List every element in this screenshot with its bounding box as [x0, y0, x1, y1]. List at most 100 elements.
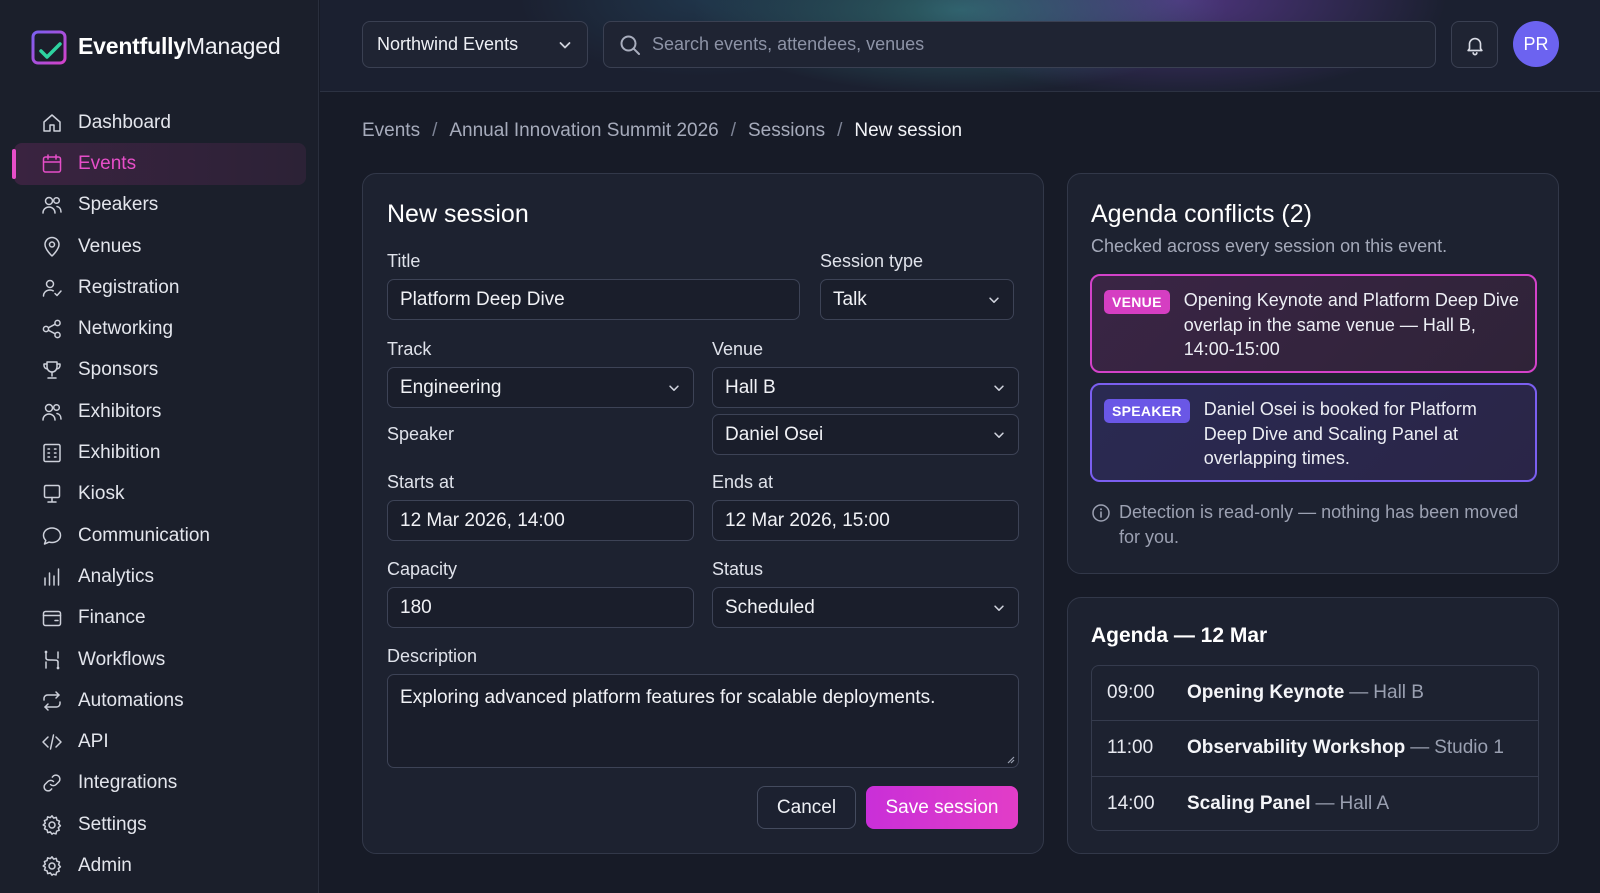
ends-at-label: Ends at — [712, 472, 774, 492]
sidebar-item-exhibition[interactable]: Exhibition — [14, 432, 306, 473]
agenda-separator: — — [1315, 793, 1335, 815]
breadcrumb-separator: / — [730, 120, 736, 141]
organization-select[interactable]: Northwind Events — [362, 21, 588, 68]
sidebar-item-label: Workflows — [78, 648, 166, 670]
sidebar-item-communication[interactable]: Communication — [14, 515, 306, 556]
grid-building-icon — [43, 443, 61, 463]
bell-icon — [1466, 37, 1483, 55]
conflict-tag-venue: VENUE — [1104, 290, 1170, 314]
agenda-row[interactable]: 09:00 Opening Keynote — Hall B — [1092, 666, 1538, 722]
share-icon — [42, 319, 61, 339]
agenda-title: Agenda — 12 Mar — [1091, 624, 1268, 647]
sidebar-item-registration[interactable]: Registration — [14, 267, 306, 308]
sidebar-item-finance[interactable]: Finance — [14, 598, 306, 639]
speaker-label: Speaker — [387, 424, 455, 444]
sidebar-item-label: Registration — [78, 276, 180, 298]
bar-chart-icon — [44, 568, 60, 586]
sidebar-item-speakers[interactable]: Speakers — [14, 185, 306, 226]
link-icon — [43, 774, 61, 792]
user-check-icon — [42, 279, 62, 297]
speaker-select[interactable]: Daniel Osei — [712, 414, 1019, 455]
agenda-time: 14:00 — [1107, 793, 1155, 815]
conflict-item-speaker[interactable]: SPEAKER Daniel Osei is booked for Platfo… — [1090, 383, 1537, 482]
chevron-down-icon — [559, 41, 571, 48]
chevron-down-icon — [994, 604, 1004, 611]
conflict-item-venue[interactable]: VENUE Opening Keynote and Platform Deep … — [1090, 274, 1537, 373]
chevron-down-icon — [994, 431, 1004, 438]
users-icon — [42, 403, 62, 421]
breadcrumb-event[interactable]: Annual Innovation Summit 2026 — [449, 120, 718, 142]
sidebar-item-workflows[interactable]: Workflows — [14, 639, 306, 680]
new-session-form: New session Title Platform Deep Dive Ses… — [362, 173, 1044, 854]
title-input[interactable]: Platform Deep Dive — [387, 279, 800, 320]
capacity-value: 180 — [400, 596, 432, 618]
status-select[interactable]: Scheduled — [712, 587, 1019, 628]
sidebar-item-exhibitors[interactable]: Exhibitors — [14, 391, 306, 432]
breadcrumb-separator: / — [432, 120, 438, 141]
sidebar-item-label: Communication — [78, 524, 210, 546]
sidebar-item-integrations[interactable]: Integrations — [14, 763, 306, 804]
starts-at-label: Starts at — [387, 472, 455, 492]
brand-logo-icon — [31, 26, 67, 65]
brand[interactable]: EventfullyManaged — [30, 24, 281, 68]
topbar: Northwind Events PR — [320, 0, 1600, 92]
chevron-down-icon — [994, 384, 1004, 391]
agenda-session-name: Opening Keynote — [1187, 682, 1345, 704]
session-type-select[interactable]: Talk — [820, 279, 1014, 320]
wallet-icon — [42, 610, 62, 627]
user-avatar[interactable]: PR — [1513, 21, 1559, 67]
sidebar-item-automations[interactable]: Automations — [14, 680, 306, 721]
save-session-button[interactable]: Save session — [866, 786, 1018, 829]
info-icon — [1092, 504, 1110, 522]
sidebar-item-admin[interactable]: Admin — [14, 845, 306, 886]
venue-select[interactable]: Hall B — [712, 367, 1019, 408]
chevron-down-icon — [989, 296, 999, 303]
sidebar-item-dashboard[interactable]: Dashboard — [14, 102, 306, 143]
search-input[interactable] — [652, 34, 1412, 55]
conflicts-subtitle: Checked across every session on this eve… — [1091, 236, 1448, 256]
cancel-button[interactable]: Cancel — [757, 786, 856, 829]
status-value: Scheduled — [725, 596, 815, 618]
starts-at-input[interactable]: 12 Mar 2026, 14:00 — [387, 500, 694, 541]
calendar-icon — [42, 154, 62, 173]
sidebar-item-api[interactable]: API — [14, 721, 306, 762]
search-box[interactable] — [603, 21, 1436, 68]
venue-value: Hall B — [725, 376, 776, 398]
monitor-icon — [43, 485, 61, 504]
code-icon — [42, 734, 62, 750]
notifications-button[interactable] — [1451, 21, 1498, 68]
brand-name: EventfullyManaged — [78, 32, 281, 59]
conflict-text: Opening Keynote and Platform Deep Dive o… — [1183, 290, 1519, 359]
sidebar-item-kiosk[interactable]: Kiosk — [14, 474, 306, 515]
agenda-separator: — — [1410, 737, 1430, 759]
sidebar-item-label: Automations — [78, 689, 184, 711]
sidebar-item-sponsors[interactable]: Sponsors — [14, 350, 306, 391]
breadcrumb-current: New session — [854, 120, 963, 141]
breadcrumb-events[interactable]: Events — [362, 120, 420, 142]
sidebar-item-settings[interactable]: Settings — [14, 804, 306, 845]
detection-note-text: Detection is read-only — nothing has bee… — [1119, 502, 1519, 547]
speaker-value: Daniel Osei — [725, 423, 824, 445]
workflow-icon — [44, 650, 60, 669]
breadcrumb-sessions[interactable]: Sessions — [748, 120, 825, 142]
conflict-text: Daniel Osei is booked for Platform Deep … — [1203, 399, 1477, 468]
sidebar-item-events[interactable]: Events — [12, 143, 306, 185]
agenda-conflicts-panel: Agenda conflicts (2) Checked across ever… — [1067, 173, 1559, 574]
starts-at-value: 12 Mar 2026, 14:00 — [400, 509, 565, 531]
agenda-row[interactable]: 14:00 Scaling Panel — Hall A — [1092, 777, 1538, 830]
form-title: New session — [387, 200, 529, 228]
chevron-down-icon — [669, 384, 679, 391]
ends-at-input[interactable]: 12 Mar 2026, 15:00 — [712, 500, 1019, 541]
sidebar-item-venues[interactable]: Venues — [14, 226, 306, 267]
track-select[interactable]: Engineering — [387, 367, 694, 408]
sidebar-item-analytics[interactable]: Analytics — [14, 556, 306, 597]
sidebar-item-networking[interactable]: Networking — [14, 308, 306, 349]
chat-icon — [42, 526, 62, 545]
description-textarea[interactable]: Exploring advanced platform features for… — [387, 674, 1019, 768]
resize-handle-icon[interactable] — [1005, 754, 1015, 764]
agenda-row[interactable]: 11:00 Observability Workshop — Studio 1 — [1092, 721, 1538, 777]
capacity-label: Capacity — [387, 559, 458, 579]
capacity-input[interactable]: 180 — [387, 587, 694, 628]
session-type-label: Session type — [820, 251, 924, 271]
agenda-separator: — — [1349, 682, 1369, 704]
